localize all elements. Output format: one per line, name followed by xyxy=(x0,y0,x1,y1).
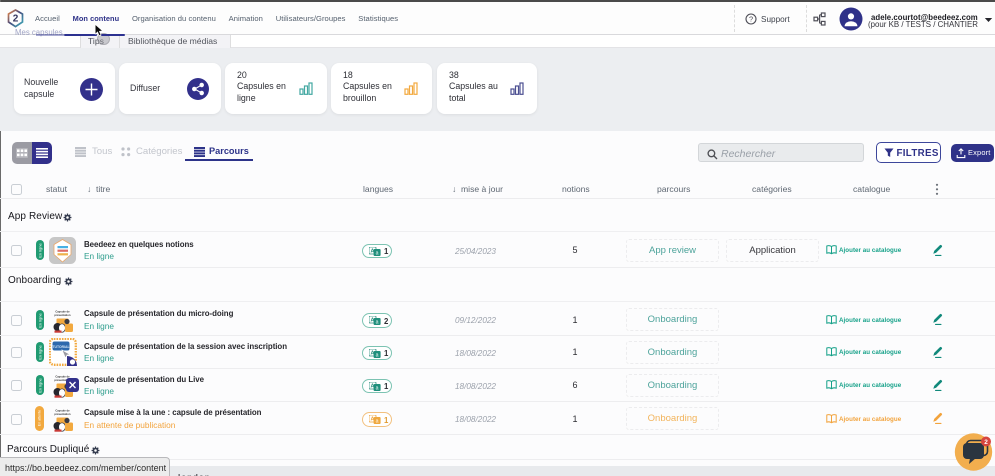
svg-text:a: a xyxy=(376,352,379,357)
svg-text:a: a xyxy=(376,320,379,325)
svg-text:présentation: présentation xyxy=(54,411,70,415)
svg-text:2: 2 xyxy=(984,439,988,446)
svg-text:présentation: présentation xyxy=(54,312,70,316)
svg-text:TUTORIAL: TUTORIAL xyxy=(52,345,69,349)
svg-text:Capsule de: Capsule de xyxy=(55,309,70,313)
svg-text:2: 2 xyxy=(13,14,19,25)
svg-text:Capsule de: Capsule de xyxy=(55,408,70,412)
svg-text:a: a xyxy=(376,385,379,390)
svg-text:a: a xyxy=(376,419,379,424)
svg-text:a: a xyxy=(376,250,379,255)
svg-text:?: ? xyxy=(749,15,753,24)
